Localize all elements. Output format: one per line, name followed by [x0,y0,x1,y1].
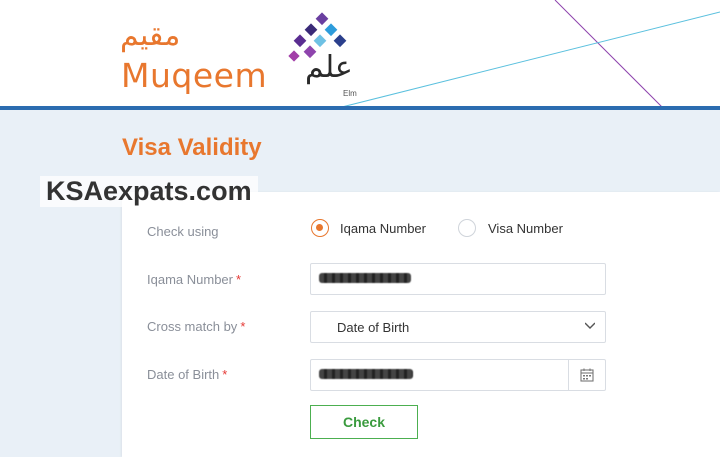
elm-logo-english: Elm [343,89,357,98]
muqeem-logo-arabic: مقيم [120,18,181,53]
cross-match-label-text: Cross match by [147,319,238,334]
calendar-button[interactable] [568,360,605,390]
date-of-birth-label: Date of Birth * [147,367,227,382]
elm-logo-arabic: علم [305,50,353,85]
decorative-lines [329,0,720,110]
date-of-birth-input[interactable] [310,359,606,391]
iqama-number-label-text: Iqama Number [147,272,233,287]
check-using-label: Check using [147,224,219,239]
cross-match-select[interactable]: Date of Birth [310,311,606,343]
visa-number-radio-label[interactable]: Visa Number [488,221,563,236]
page-header: مقيم Muqeem علم Elm [0,0,720,110]
redacted-iqama-value [319,273,411,283]
calendar-icon [580,368,594,382]
watermark: KSAexpats.com [40,176,258,207]
muqeem-logo: Muqeem [121,56,268,95]
required-mark: * [235,272,242,287]
date-of-birth-label-text: Date of Birth [147,367,220,382]
check-button[interactable]: Check [310,405,418,439]
chevron-down-icon [585,322,595,329]
required-mark: * [222,367,228,382]
cross-match-label: Cross match by * [147,319,245,334]
visa-number-radio[interactable] [458,219,476,237]
iqama-number-label: Iqama Number * [147,272,241,287]
page-title: Visa Validity [122,134,262,161]
cross-match-selected-value: Date of Birth [337,320,410,335]
redacted-date-value [319,369,413,379]
required-mark: * [240,319,246,334]
iqama-number-radio[interactable] [311,219,329,237]
iqama-number-input[interactable] [310,263,606,295]
iqama-number-radio-label[interactable]: Iqama Number [340,221,426,236]
